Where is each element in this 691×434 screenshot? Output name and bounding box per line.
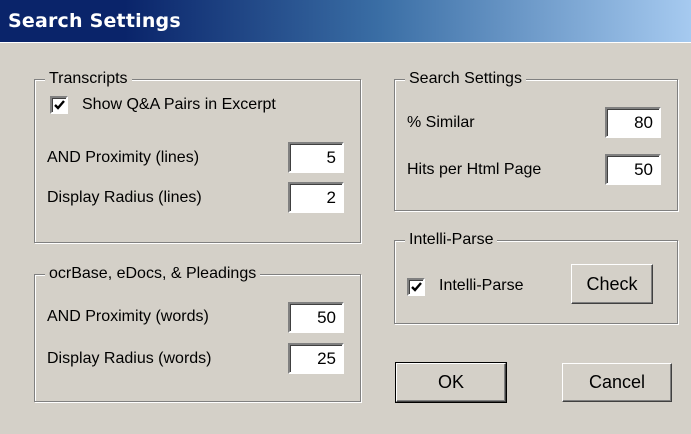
check-button-label: Check xyxy=(586,274,638,294)
cancel-button[interactable]: Cancel xyxy=(562,363,672,402)
ok-button[interactable]: OK xyxy=(395,362,507,403)
intelli-parse-legend: Intelli-Parse xyxy=(405,230,498,250)
search-settings-legend: Search Settings xyxy=(405,69,526,89)
ocrbase-group: ocrBase, eDocs, & Pleadings AND Proximit… xyxy=(34,264,361,402)
show-qa-label[interactable]: Show Q&A Pairs in Excerpt xyxy=(82,95,276,115)
ocrbase-legend: ocrBase, eDocs, & Pleadings xyxy=(45,264,261,284)
display-radius-lines-label: Display Radius (lines) xyxy=(47,189,202,206)
hits-per-page-input[interactable]: 50 xyxy=(605,154,661,185)
transcripts-group: Transcripts Show Q&A Pairs in Excerpt AN… xyxy=(34,69,361,243)
transcripts-legend: Transcripts xyxy=(45,69,132,89)
check-button[interactable]: Check xyxy=(571,264,653,304)
window-title: Search Settings xyxy=(8,10,181,32)
hits-per-page-label: Hits per Html Page xyxy=(407,161,542,178)
and-proximity-words-label: AND Proximity (words) xyxy=(47,308,209,325)
and-proximity-words-input[interactable]: 50 xyxy=(288,302,344,333)
cancel-button-label: Cancel xyxy=(588,372,646,392)
ok-button-label: OK xyxy=(437,372,464,392)
checkmark-icon xyxy=(54,100,65,110)
and-proximity-lines-input[interactable]: 5 xyxy=(288,142,344,173)
intelli-parse-checkbox[interactable] xyxy=(407,278,425,296)
similar-label: % Similar xyxy=(407,114,475,131)
show-qa-checkbox[interactable] xyxy=(50,96,68,114)
title-bar[interactable]: Search Settings xyxy=(0,0,691,42)
intelli-parse-checkbox-label[interactable]: Intelli-Parse xyxy=(439,276,523,296)
checkmark-icon xyxy=(411,282,422,292)
search-settings-group: Search Settings % Similar 80 Hits per Ht… xyxy=(394,69,678,211)
display-radius-words-input[interactable]: 25 xyxy=(288,343,344,374)
and-proximity-lines-label: AND Proximity (lines) xyxy=(47,149,200,166)
display-radius-lines-input[interactable]: 2 xyxy=(288,182,344,213)
dialog-client-area: Transcripts Show Q&A Pairs in Excerpt AN… xyxy=(0,42,691,434)
display-radius-words-label: Display Radius (words) xyxy=(47,350,212,367)
similar-input[interactable]: 80 xyxy=(605,107,661,138)
intelli-parse-group: Intelli-Parse Intelli-Parse Check xyxy=(394,230,678,324)
